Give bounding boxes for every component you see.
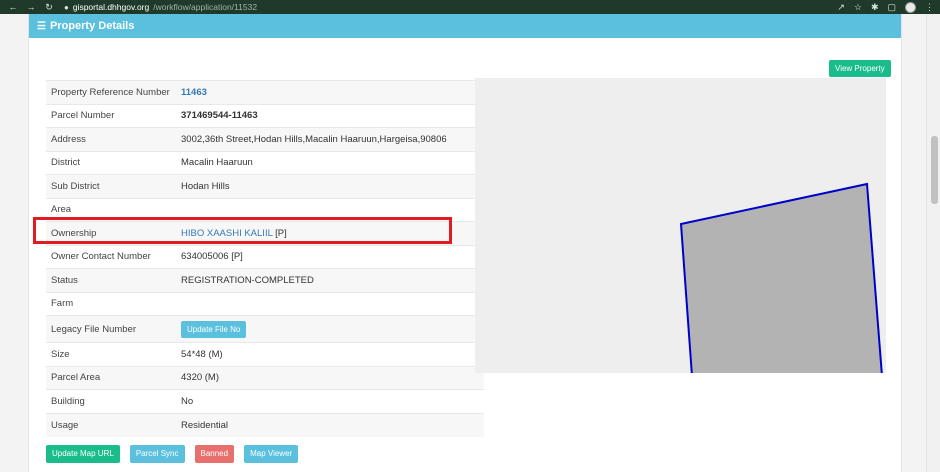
extensions-icon[interactable]: ✱ — [871, 2, 879, 13]
scrollbar-thumb[interactable] — [931, 136, 938, 204]
table-row: Legacy File Number Update File No — [46, 315, 484, 343]
page-scrollbar[interactable] — [926, 14, 940, 472]
url-host: gisportal.dhhgov.org — [72, 2, 150, 12]
row-label: Property Reference Number — [46, 80, 176, 104]
page-background: ☰ Property Details Property Reference Nu… — [0, 14, 926, 472]
row-label: Parcel Number — [46, 103, 176, 128]
row-label: Usage — [46, 412, 176, 437]
row-label: Farm — [46, 291, 176, 316]
reload-icon[interactable]: ↻ — [44, 2, 54, 13]
star-icon[interactable]: ☆ — [854, 2, 862, 13]
action-buttons: Update Map URL Parcel Sync Banned Map Vi… — [46, 445, 299, 463]
farm-value — [176, 291, 484, 316]
parcel-area-value: 4320 (M) — [176, 365, 484, 390]
lock-icon: ● — [64, 2, 69, 12]
browser-toolbar: ← → ↻ ● gisportal.dhhgov.org/workflow/ap… — [0, 0, 940, 14]
table-row: Usage Residential — [46, 412, 484, 437]
table-row: Address 3002,36th Street,Hodan Hills,Mac… — [46, 127, 484, 151]
row-label: Size — [46, 342, 176, 366]
building-value: No — [176, 389, 484, 413]
size-value: 54*48 (M) — [176, 342, 484, 366]
row-label: Parcel Area — [46, 365, 176, 390]
owner-contact-value: 634005006 [P] — [176, 244, 484, 269]
card-header: ☰ Property Details — [29, 14, 901, 38]
row-label: Status — [46, 268, 176, 292]
address-value: 3002,36th Street,Hodan Hills,Macalin Haa… — [176, 127, 484, 151]
url-path: /workflow/application/11532 — [153, 2, 258, 12]
card-title: Property Details — [49, 20, 135, 32]
table-row: Size 54*48 (M) — [46, 342, 484, 366]
view-property-button[interactable]: View Property — [829, 60, 891, 77]
row-label: Owner Contact Number — [46, 244, 176, 269]
table-row: Property Reference Number 11463 — [46, 80, 484, 104]
parcel-sync-button[interactable]: Parcel Sync — [129, 445, 185, 463]
address-bar[interactable]: ● gisportal.dhhgov.org/workflow/applicat… — [64, 2, 257, 12]
update-file-no-button[interactable]: Update File No — [181, 320, 247, 338]
table-row: Parcel Number 371469544-11463 — [46, 103, 484, 128]
row-label: Address — [46, 127, 176, 151]
district-value: Macalin Haaruun — [176, 150, 484, 175]
sidebar-icon[interactable]: ▢ — [887, 2, 896, 13]
list-icon: ☰ — [37, 20, 46, 32]
parcel-map-canvas — [679, 182, 883, 373]
table-row: Owner Contact Number 634005006 [P] — [46, 244, 484, 269]
parcel-polygon[interactable] — [679, 182, 883, 373]
status-value: REGISTRATION-COMPLETED — [176, 268, 484, 292]
share-icon[interactable]: ↗ — [837, 2, 845, 13]
table-row: Parcel Area 4320 (M) — [46, 365, 484, 390]
table-row: District Macalin Haaruun — [46, 150, 484, 175]
update-map-url-button[interactable]: Update Map URL — [46, 445, 120, 463]
ownership-highlight-box — [33, 217, 452, 244]
property-details-table: Property Reference Number 11463 Parcel N… — [46, 80, 484, 437]
banned-button[interactable]: Banned — [194, 445, 235, 463]
menu-icon[interactable]: ⋮ — [925, 2, 934, 13]
table-row: Farm — [46, 291, 484, 316]
table-row: Sub District Hodan Hills — [46, 174, 484, 198]
profile-avatar[interactable] — [905, 1, 916, 13]
table-row: Status REGISTRATION-COMPLETED — [46, 268, 484, 292]
parcel-number-value: 371469544-11463 — [176, 103, 484, 128]
row-label: Building — [46, 389, 176, 413]
usage-value: Residential — [176, 412, 484, 437]
table-row: Building No — [46, 389, 484, 413]
forward-icon[interactable]: → — [26, 2, 36, 12]
row-label: Legacy File Number — [46, 315, 176, 343]
property-reference-link[interactable]: 11463 — [176, 80, 484, 104]
row-label: District — [46, 150, 176, 175]
map-viewer-button[interactable]: Map Viewer — [244, 445, 299, 463]
back-icon[interactable]: ← — [8, 2, 18, 12]
property-details-card: ☰ Property Details Property Reference Nu… — [28, 14, 902, 472]
row-label: Sub District — [46, 174, 176, 198]
sub-district-value: Hodan Hills — [176, 174, 484, 198]
parcel-map[interactable] — [475, 78, 886, 373]
